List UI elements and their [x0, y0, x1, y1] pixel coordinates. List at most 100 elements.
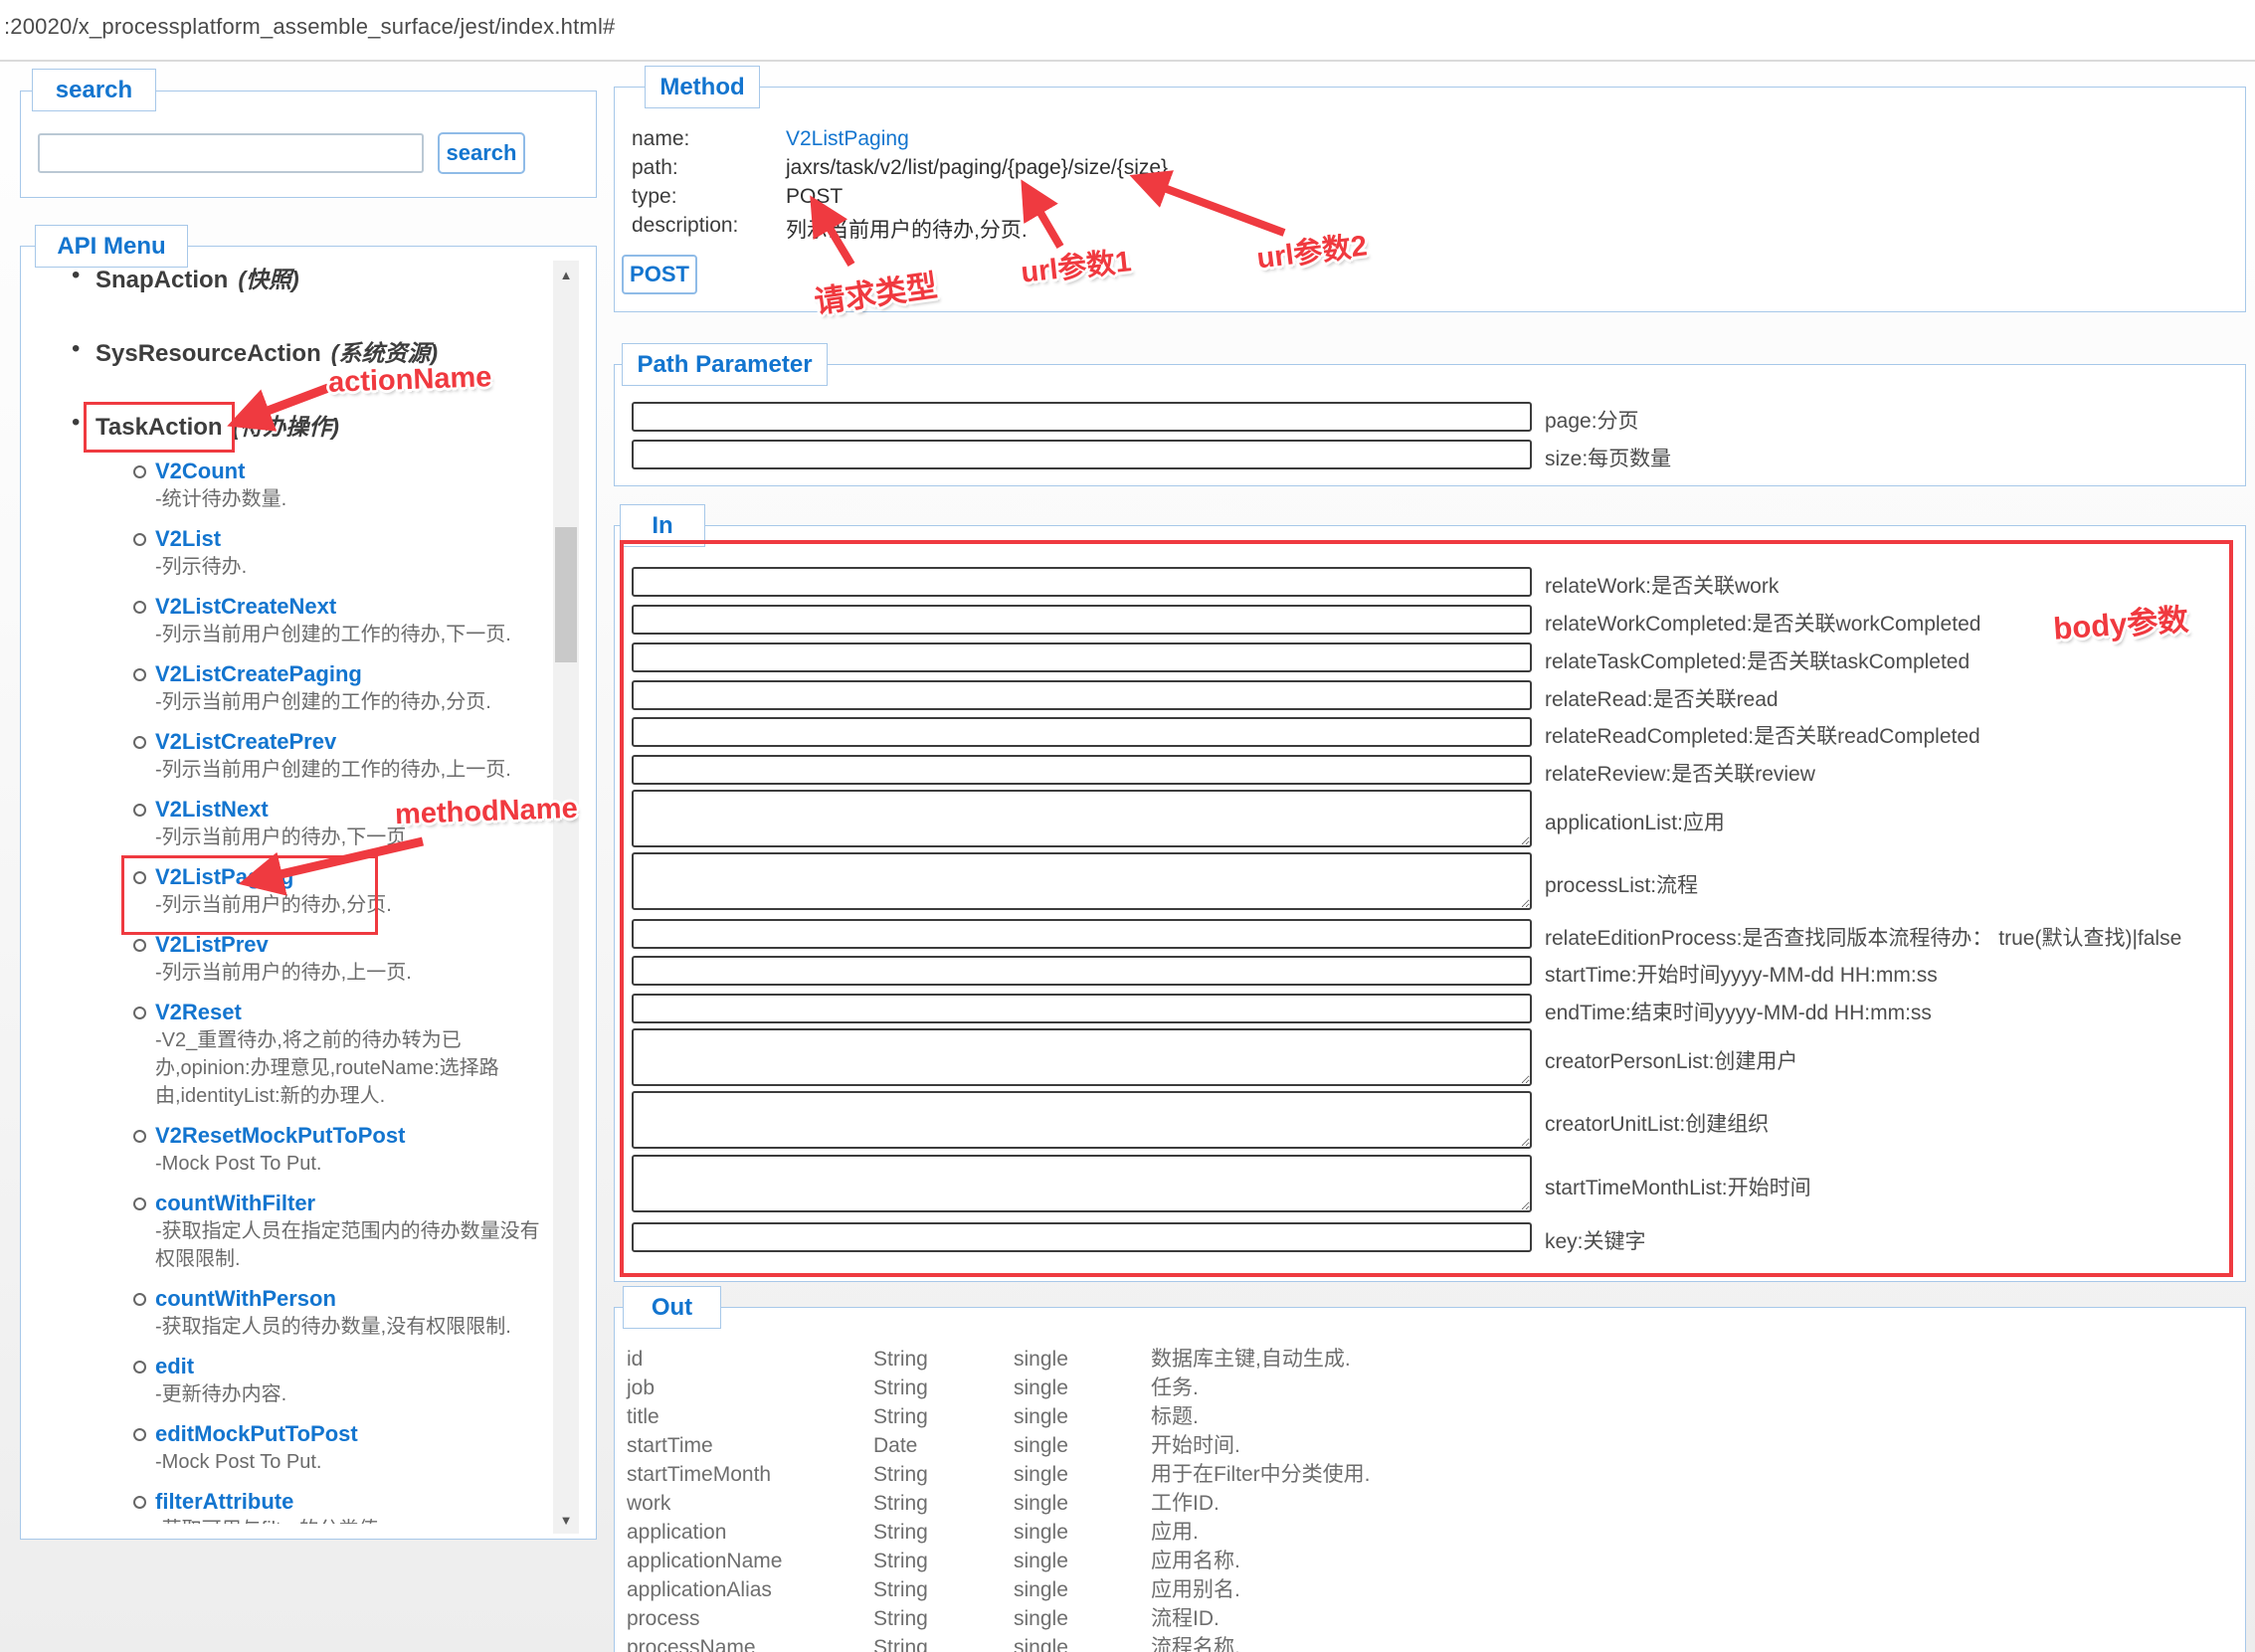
method-panel-legend: Method — [645, 66, 760, 108]
menu-group-name-SnapAction[interactable]: SnapAction — [95, 267, 228, 293]
method-path-label: path: — [632, 156, 678, 180]
menu-method-countWithFilter: countWithFilter-获取指定人员在指定范围内的待办数量没有权限限制. — [95, 1190, 549, 1273]
method-link-V2ListPrev[interactable]: V2ListPrev — [155, 931, 269, 959]
out-field-multiplicity: single — [1014, 1402, 1151, 1431]
method-link-countWithFilter[interactable]: countWithFilter — [155, 1190, 315, 1217]
scroll-down-icon[interactable]: ▼ — [553, 1506, 579, 1534]
in-field-relateWorkCompleted[interactable] — [632, 605, 1532, 635]
api-menu-list: •SnapAction(快照)•SysResourceAction(系统资源)•… — [60, 261, 549, 1524]
size-param-input[interactable] — [632, 440, 1532, 469]
bullet-icon: • — [72, 335, 80, 363]
method-link-V2Count[interactable]: V2Count — [155, 458, 245, 485]
method-name-label: name: — [632, 127, 689, 151]
menu-group-name-SysResourceAction[interactable]: SysResourceAction — [95, 340, 321, 367]
method-link-filterAttribute[interactable]: filterAttribute — [155, 1488, 293, 1516]
out-field-name: applicationName — [627, 1547, 873, 1575]
in-field-creatorPersonList[interactable] — [632, 1028, 1532, 1086]
menu-method-edit: edit-更新待办内容. — [95, 1353, 549, 1408]
in-field-key[interactable] — [632, 1222, 1532, 1252]
bullet-icon: • — [72, 409, 80, 437]
out-row-applicationName: applicationNameStringsingle应用名称. — [627, 1547, 2228, 1575]
menu-group-note: (待办操作) — [233, 414, 339, 440]
scrollbar-thumb[interactable] — [555, 527, 577, 662]
method-description: -列示当前用户创建的工作的待办,上一页. — [155, 756, 549, 784]
menu-method-editMockPutToPost: editMockPutToPost-Mock Post To Put. — [95, 1420, 549, 1476]
in-field-processList[interactable] — [632, 852, 1532, 910]
out-field-name: startTimeMonth — [627, 1460, 873, 1489]
out-row-processName: processNameStringsingle流程名称. — [627, 1633, 2228, 1652]
circle-bullet-icon — [133, 736, 146, 749]
out-field-type: String — [873, 1633, 1014, 1652]
menu-methods: V2Count-统计待办数量.V2List-列示待办.V2ListCreateN… — [95, 458, 549, 1524]
method-description: -Mock Post To Put. — [155, 1448, 549, 1476]
menu-scrollbar[interactable]: ▲ ▼ — [553, 261, 579, 1534]
search-input[interactable] — [38, 133, 424, 173]
method-link-V2Reset[interactable]: V2Reset — [155, 999, 242, 1026]
out-panel-legend: Out — [623, 1286, 721, 1329]
in-field-relateRead[interactable] — [632, 680, 1532, 710]
in-field-applicationList[interactable] — [632, 790, 1532, 847]
out-field-multiplicity: single — [1014, 1345, 1151, 1374]
menu-method-V2ListCreatePrev: V2ListCreatePrev-列示当前用户创建的工作的待办,上一页. — [95, 728, 549, 784]
annotation-body-param: body参数 — [2052, 594, 2190, 647]
method-link-countWithPerson[interactable]: countWithPerson — [155, 1285, 336, 1313]
method-link-V2ListCreatePaging[interactable]: V2ListCreatePaging — [155, 660, 362, 688]
method-type-label: type: — [632, 185, 677, 209]
circle-bullet-icon — [133, 939, 146, 952]
method-description: -列示当前用户的待办,分页. — [155, 891, 549, 919]
in-field-relateReview[interactable] — [632, 755, 1532, 785]
in-field-creatorUnitList[interactable] — [632, 1091, 1532, 1149]
circle-bullet-icon — [133, 1361, 146, 1374]
method-description: -列示当前用户创建的工作的待办,分页. — [155, 688, 549, 716]
in-field-label-startTime: startTime:开始时间yyyy-MM-dd HH:mm:ss — [1545, 959, 1938, 989]
method-link-editMockPutToPost[interactable]: editMockPutToPost — [155, 1420, 358, 1448]
out-field-type: String — [873, 1547, 1014, 1575]
in-field-label-relateTaskCompleted: relateTaskCompleted:是否关联taskCompleted — [1545, 645, 1970, 675]
in-field-endTime[interactable] — [632, 994, 1532, 1023]
out-row-startTime: startTimeDatesingle开始时间. — [627, 1431, 2228, 1460]
method-link-V2ListCreateNext[interactable]: V2ListCreateNext — [155, 593, 336, 621]
out-field-description: 应用名称. — [1151, 1547, 2228, 1575]
in-field-label-relateRead: relateRead:是否关联read — [1545, 683, 1779, 713]
out-field-name: startTime — [627, 1431, 873, 1460]
menu-method-V2Reset: V2Reset-V2_重置待办,将之前的待办转为已办,opinion:办理意见,… — [95, 999, 549, 1110]
circle-bullet-icon — [133, 1130, 146, 1143]
page-param-label: page:分页 — [1545, 405, 1639, 435]
in-field-startTimeMonthList[interactable] — [632, 1155, 1532, 1212]
method-link-V2ListNext[interactable]: V2ListNext — [155, 796, 269, 824]
menu-group-name-TaskAction[interactable]: TaskAction — [95, 414, 223, 441]
in-field-label-relateWork: relateWork:是否关联work — [1545, 570, 1779, 600]
method-link-edit[interactable]: edit — [155, 1353, 194, 1380]
method-link-V2ListPaging[interactable]: V2ListPaging — [155, 863, 293, 891]
in-field-relateWork[interactable] — [632, 567, 1532, 597]
method-name-value[interactable]: V2ListPaging — [786, 127, 909, 151]
method-description-value: 列示当前用户的待办,分页. — [786, 214, 1028, 244]
page-param-input[interactable] — [632, 402, 1532, 432]
in-field-relateReadCompleted[interactable] — [632, 717, 1532, 747]
menu-method-V2ListCreateNext: V2ListCreateNext-列示当前用户创建的工作的待办,下一页. — [95, 593, 549, 648]
out-field-type: String — [873, 1604, 1014, 1633]
in-field-label-processList: processList:流程 — [1545, 869, 1698, 899]
in-field-startTime[interactable] — [632, 956, 1532, 986]
out-row-title: titleStringsingle标题. — [627, 1402, 2228, 1431]
method-link-V2List[interactable]: V2List — [155, 525, 221, 553]
scroll-up-icon[interactable]: ▲ — [553, 261, 579, 288]
method-link-V2ResetMockPutToPost[interactable]: V2ResetMockPutToPost — [155, 1122, 405, 1150]
circle-bullet-icon — [133, 1496, 146, 1509]
method-description: -列示当前用户创建的工作的待办,下一页. — [155, 621, 549, 648]
out-field-description: 工作ID. — [1151, 1489, 2228, 1518]
method-path-value: jaxrs/task/v2/list/paging/{page}/size/{s… — [786, 156, 1168, 180]
in-panel-legend: In — [620, 504, 705, 547]
in-field-relateEditionProcess[interactable] — [632, 919, 1532, 949]
out-field-type: String — [873, 1575, 1014, 1604]
search-button[interactable]: search — [438, 132, 525, 174]
method-description: -V2_重置待办,将之前的待办转为已办,opinion:办理意见,routeNa… — [155, 1026, 549, 1110]
out-field-name: work — [627, 1489, 873, 1518]
out-row-id: idStringsingle数据库主键,自动生成. — [627, 1345, 2228, 1374]
out-field-name: processName — [627, 1633, 873, 1652]
in-field-relateTaskCompleted[interactable] — [632, 642, 1532, 672]
method-description: -获取指定人员的待办数量,没有权限限制. — [155, 1313, 549, 1341]
method-link-V2ListCreatePrev[interactable]: V2ListCreatePrev — [155, 728, 336, 756]
out-row-application: applicationStringsingle应用. — [627, 1518, 2228, 1547]
post-button[interactable]: POST — [622, 255, 697, 294]
